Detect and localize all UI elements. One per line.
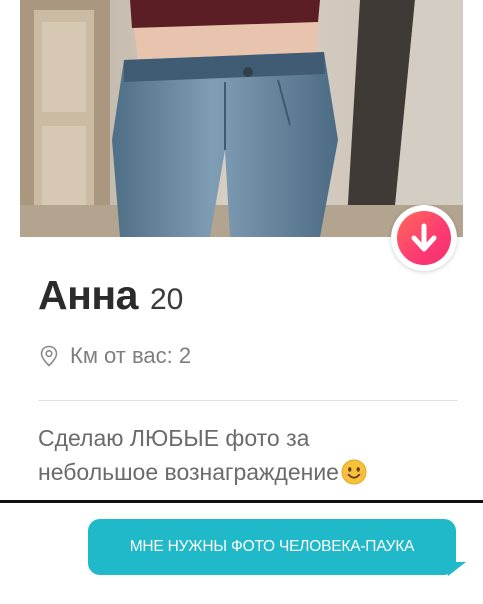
chat-bubble-tail [448, 562, 466, 576]
profile-name: Анна [38, 272, 138, 318]
profile-bio-line-1: Сделаю ЛЮБЫЕ фото за [38, 425, 310, 451]
location-pin-icon [40, 345, 58, 367]
smiling-face-icon [341, 459, 367, 494]
profile-name-row: Анна 20 [38, 272, 183, 324]
chat-message-text: МНЕ НУЖНЫ ФОТО ЧЕЛОВЕКА-ПАУКА [129, 538, 415, 555]
profile-distance: Км от вас: 2 [70, 343, 192, 368]
profile-bio-line-2: небольшое вознаграждение [38, 459, 339, 485]
chat-message-bubble[interactable]: МНЕ НУЖНЫ ФОТО ЧЕЛОВЕКА-ПАУКА [88, 519, 456, 575]
profile-distance-row: Км от вас: 2 [40, 341, 191, 371]
screenshot-separator [0, 500, 483, 503]
profile-photo-image [20, 0, 463, 237]
profile-bio-line-2-wrap: небольшое вознаграждение [38, 455, 458, 494]
tinder-profile-screen: Анна 20 Км от вас: 2 Сделаю ЛЮБЫЕ фото з… [0, 0, 483, 604]
profile-age: 20 [149, 283, 184, 316]
section-divider [38, 400, 458, 401]
arrow-down-icon [397, 211, 451, 265]
profile-photo[interactable] [20, 0, 463, 237]
profile-bio: Сделаю ЛЮБЫЕ фото за небольшое вознаграж… [38, 421, 458, 494]
profile-info-button[interactable] [391, 205, 457, 271]
